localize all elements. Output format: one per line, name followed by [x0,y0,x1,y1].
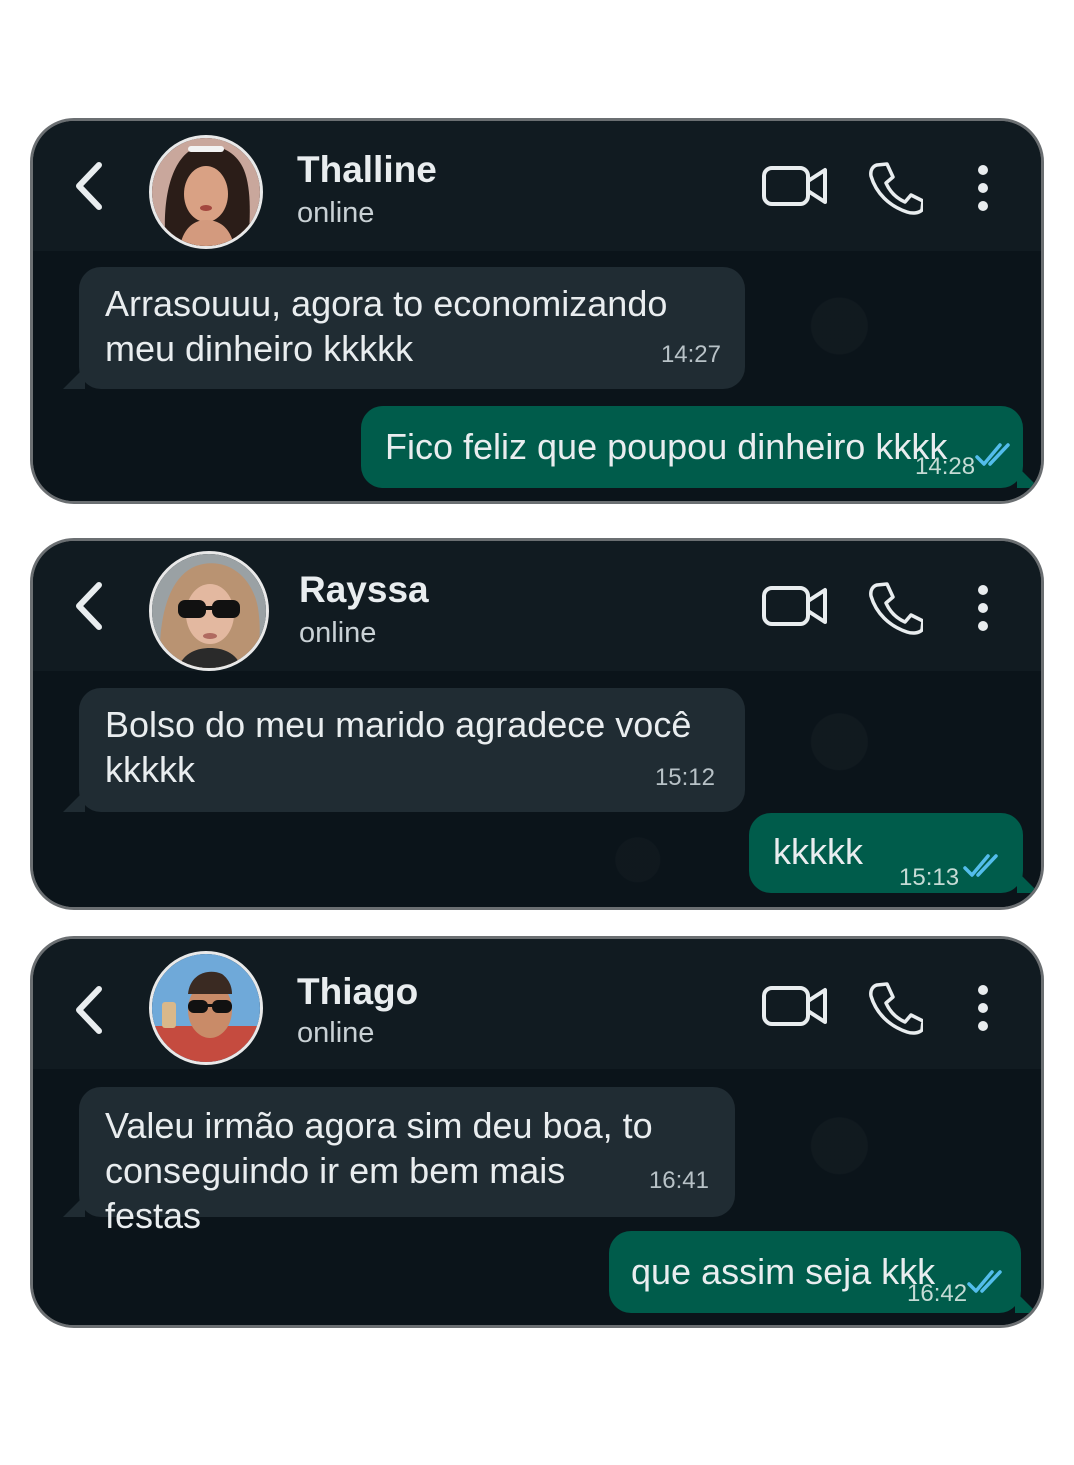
message-text: que assim seja kkk [631,1251,936,1292]
message-text: kkkkk [773,831,863,872]
message-time: 16:41 [648,1167,709,1194]
outgoing-message[interactable]: kkkkk 15:13 [749,813,1039,893]
contact-status: online [299,617,377,649]
outgoing-message[interactable]: Fico feliz que poupou dinheiro kkkk 14:2… [361,406,1039,488]
phone-icon[interactable] [867,579,923,635]
more-vertical-icon[interactable] [973,983,993,1033]
message-text: Bolso do meu marido agradece você kkkkk [105,704,692,790]
message-time: 16:42 [907,1280,968,1307]
incoming-message[interactable]: Valeu irmão agora sim deu boa, to conseg… [63,1087,735,1236]
avatar-photo [152,138,260,246]
chat-area: Arrasouuu, agora to economizando meu din… [33,251,1041,501]
avatar-photo [152,954,260,1062]
message-text: Fico feliz que poupou dinheiro kkkk [385,426,948,467]
message-time: 14:27 [660,341,721,368]
avatar-photo [152,554,266,668]
contact-name[interactable]: Thalline [297,149,437,191]
message-time: 15:13 [899,864,960,891]
outgoing-message[interactable]: que assim seja kkk 16:42 [609,1231,1037,1313]
chevron-left-icon[interactable] [69,983,109,1037]
double-check-icon [963,854,998,877]
chat-header: Rayssa online [33,541,1041,671]
incoming-message[interactable]: Arrasouuu, agora to economizando meu din… [63,267,745,389]
contact-status: online [297,197,375,229]
avatar[interactable] [149,551,269,671]
message-text: Arrasouuu, agora to economizando meu din… [105,283,668,369]
chat-header: Thalline online [33,121,1041,251]
contact-status: online [297,1017,375,1049]
chat-card-thalline: Thalline online Arrasouuu, agora to econ… [30,118,1044,504]
phone-icon[interactable] [867,159,923,215]
contact-name[interactable]: Thiago [297,971,418,1013]
chat-area: Valeu irmão agora sim deu boa, to conseg… [33,1069,1041,1325]
chat-header: Thiago online [33,939,1041,1069]
incoming-message[interactable]: Bolso do meu marido agradece você kkkkk … [63,688,745,812]
video-call-icon[interactable] [761,163,829,209]
chat-card-thiago: Thiago online Valeu irmão agora sim deu … [30,936,1044,1328]
chevron-left-icon[interactable] [69,579,109,633]
video-call-icon[interactable] [761,583,829,629]
more-vertical-icon[interactable] [973,583,993,633]
double-check-icon [967,1270,1002,1293]
chat-card-rayssa: Rayssa online Bolso do meu marido agrade… [30,538,1044,910]
video-call-icon[interactable] [761,983,829,1029]
more-vertical-icon[interactable] [973,163,993,213]
message-time: 15:12 [654,764,715,791]
phone-icon[interactable] [867,979,923,1035]
chevron-left-icon[interactable] [69,159,109,213]
avatar[interactable] [149,951,263,1065]
chat-area: Bolso do meu marido agradece você kkkkk … [33,671,1041,907]
message-text: Valeu irmão agora sim deu boa, to conseg… [105,1105,653,1236]
contact-name[interactable]: Rayssa [299,569,429,611]
avatar[interactable] [149,135,263,249]
message-time: 14:28 [915,453,976,480]
double-check-icon [975,443,1010,466]
